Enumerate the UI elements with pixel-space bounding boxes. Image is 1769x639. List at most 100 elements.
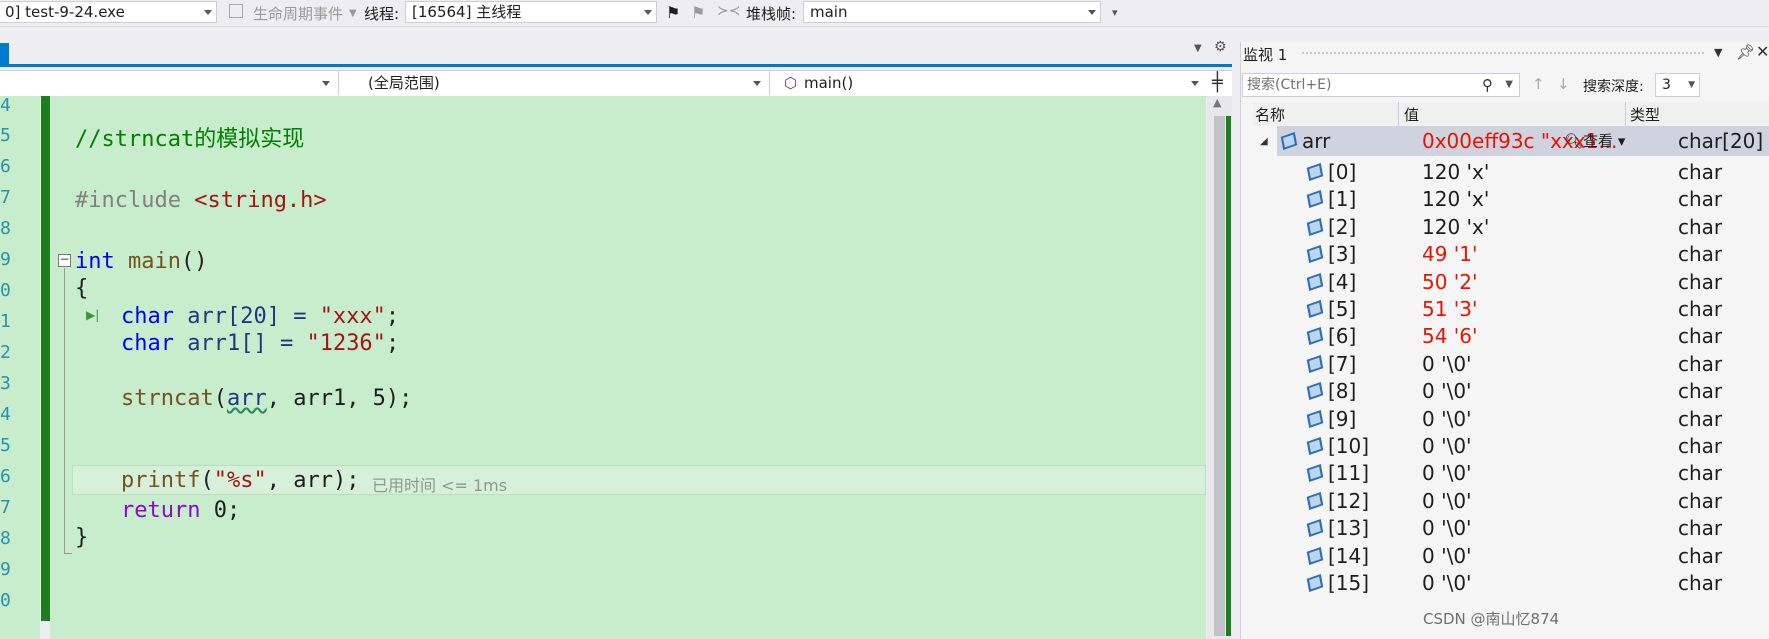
- change-tracking-bar: [41, 96, 50, 621]
- line-number: 3: [0, 373, 11, 394]
- search-previous-icon[interactable]: ↑: [1532, 75, 1545, 93]
- search-depth-select[interactable]: 3 ▼: [1655, 73, 1700, 97]
- process-dropdown[interactable]: 0] test-9-24.exe: [0, 1, 217, 23]
- column-divider[interactable]: [1625, 102, 1626, 126]
- watch-row[interactable]: [10] 0 '\0' char: [1241, 431, 1769, 462]
- watch-value: 120 'x': [1422, 214, 1490, 239]
- watch-row[interactable]: [3] 49 '1' char: [1241, 239, 1769, 270]
- watch-row[interactable]: [8] 0 '\0' char: [1241, 376, 1769, 407]
- thread-dropdown-value: [16564] 主线程: [412, 3, 522, 21]
- collapse-arrow-icon[interactable]: ◢: [1260, 126, 1268, 157]
- code-line: char arr[20] = "xxx";: [121, 304, 400, 329]
- watch-row[interactable]: [15] 0 '\0' char: [1241, 568, 1769, 599]
- watch-type: char: [1678, 324, 1723, 349]
- panel-dropdown-icon[interactable]: ▼: [1714, 46, 1722, 59]
- search-icon[interactable]: ⚲: [1482, 74, 1493, 96]
- watch-name: [6]: [1328, 324, 1357, 349]
- split-window-icon[interactable]: ╪: [1212, 72, 1223, 93]
- show-threads-icon[interactable]: ≻≺: [717, 3, 740, 19]
- line-number-gutter: 4 5 6 7 8 9 0 1 2 3 4 5 6 7 8 9 0: [0, 95, 40, 639]
- variable-cube-icon: [1306, 546, 1324, 565]
- scrollbar-thumb[interactable]: [1214, 116, 1225, 636]
- function-dropdown[interactable]: ⬡ main(): [778, 71, 1207, 95]
- lifecycle-events-label[interactable]: 生命周期事件: [253, 3, 343, 24]
- search-depth-label: 搜索深度:: [1583, 79, 1644, 95]
- line-number: 8: [0, 218, 11, 239]
- code-line: strncat(arr, arr1, 5);: [121, 386, 413, 411]
- line-number: 6: [0, 156, 11, 177]
- watch-row[interactable]: [2] 120 'x' char: [1241, 212, 1769, 243]
- watch-name: [1]: [1328, 187, 1357, 212]
- watch-row[interactable]: [14] 0 '\0' char: [1241, 541, 1769, 572]
- variable-cube-icon: [1306, 190, 1324, 209]
- watch-value: 0 '\0': [1422, 543, 1472, 568]
- variable-cube-icon: [1306, 245, 1324, 264]
- watch-value: 0 '\0': [1422, 379, 1472, 404]
- watch-type: char: [1678, 269, 1723, 294]
- watch-row[interactable]: [11] 0 '\0' char: [1241, 458, 1769, 489]
- visualizer-button[interactable]: 🔍︎查看 ▾: [1564, 126, 1625, 157]
- column-header-type[interactable]: 类型: [1630, 104, 1660, 125]
- line-number: 7: [0, 497, 11, 518]
- close-icon[interactable]: ✕: [1756, 42, 1769, 61]
- watch-row[interactable]: [9] 0 '\0' char: [1241, 404, 1769, 435]
- variable-cube-icon: [1306, 354, 1324, 373]
- thread-dropdown[interactable]: [16564] 主线程: [405, 1, 657, 23]
- chevron-down-icon: [1191, 81, 1199, 86]
- code-editor[interactable]: //strncat的模拟实现 #include <string.h> − int…: [50, 96, 1206, 639]
- variable-cube-icon: [1306, 519, 1324, 538]
- watch-search-input[interactable]: 搜索(Ctrl+E) ⚲ ▼: [1242, 73, 1520, 97]
- variable-cube-icon: [1306, 163, 1324, 181]
- column-divider[interactable]: [1398, 102, 1399, 126]
- process-dropdown-value: 0] test-9-24.exe: [5, 3, 125, 21]
- flag-all-threads-icon[interactable]: ⚑: [691, 3, 705, 22]
- scrollbar-change-marker: [1226, 116, 1231, 636]
- watch-row[interactable]: [4] 50 '2' char: [1241, 267, 1769, 298]
- watch-name: [15]: [1328, 571, 1370, 595]
- toolbar-overflow-icon[interactable]: ▾: [1112, 6, 1118, 19]
- watch-type: char: [1678, 214, 1723, 239]
- variable-cube-icon: [1306, 272, 1324, 291]
- scope-dropdown[interactable]: (全局范围): [346, 71, 770, 95]
- gear-icon[interactable]: ⚙: [1214, 39, 1227, 55]
- flag-icon[interactable]: ⚑: [666, 3, 680, 22]
- watch-panel-title: 监视 1: [1243, 46, 1288, 64]
- search-options-dropdown-icon[interactable]: ▼: [1505, 74, 1513, 96]
- watch-row[interactable]: [5] 51 '3' char: [1241, 294, 1769, 325]
- watch-column-headers: 名称 值 类型: [1253, 102, 1769, 126]
- line-number: 9: [0, 559, 11, 580]
- watch-name: [13]: [1328, 516, 1370, 541]
- watch-row[interactable]: [0] 120 'x' char: [1241, 157, 1769, 188]
- active-tab[interactable]: [0, 43, 9, 65]
- lifecycle-dropdown-icon[interactable]: ▼: [349, 8, 357, 19]
- watch-value: 120 'x': [1422, 187, 1490, 212]
- project-dropdown[interactable]: [0, 71, 339, 95]
- code-line: #include <string.h>: [75, 188, 327, 213]
- scroll-up-icon[interactable]: ▲: [1213, 96, 1221, 109]
- chevron-down-icon: [1088, 10, 1096, 15]
- run-to-click-icon[interactable]: ▶|: [86, 308, 99, 322]
- pin-icon[interactable]: 📌︎: [1736, 43, 1755, 61]
- watch-row[interactable]: [13] 0 '\0' char: [1241, 513, 1769, 544]
- code-line: {: [75, 276, 89, 301]
- panel-grip[interactable]: [1301, 51, 1706, 55]
- watch-name: [11]: [1328, 461, 1370, 486]
- watch-name: [4]: [1328, 269, 1357, 294]
- column-header-value[interactable]: 值: [1404, 104, 1419, 125]
- collapse-toggle[interactable]: −: [58, 253, 71, 267]
- search-next-icon[interactable]: ↓: [1557, 75, 1570, 93]
- watch-value: 0 '\0': [1422, 516, 1472, 541]
- watch-row[interactable]: [6] 54 '6' char: [1241, 321, 1769, 352]
- chevron-down-icon: ▼: [1688, 80, 1695, 90]
- column-header-name[interactable]: 名称: [1255, 104, 1285, 125]
- watch-row-root[interactable]: ◢ arr 0x00eff93c "xxx1... 🔍︎查看 ▾ char[20…: [1241, 126, 1769, 157]
- watch-row[interactable]: [1] 120 'x' char: [1241, 184, 1769, 215]
- watch-row[interactable]: [7] 0 '\0' char: [1241, 349, 1769, 380]
- watch-name: [3]: [1328, 242, 1357, 267]
- line-number: 4: [0, 404, 11, 425]
- variable-cube-icon: [1306, 464, 1324, 483]
- stackframe-dropdown[interactable]: main: [803, 1, 1101, 23]
- editor-scrollbar[interactable]: ▲: [1207, 96, 1232, 639]
- tab-list-dropdown-icon[interactable]: ▼: [1194, 43, 1202, 54]
- watch-row[interactable]: [12] 0 '\0' char: [1241, 486, 1769, 517]
